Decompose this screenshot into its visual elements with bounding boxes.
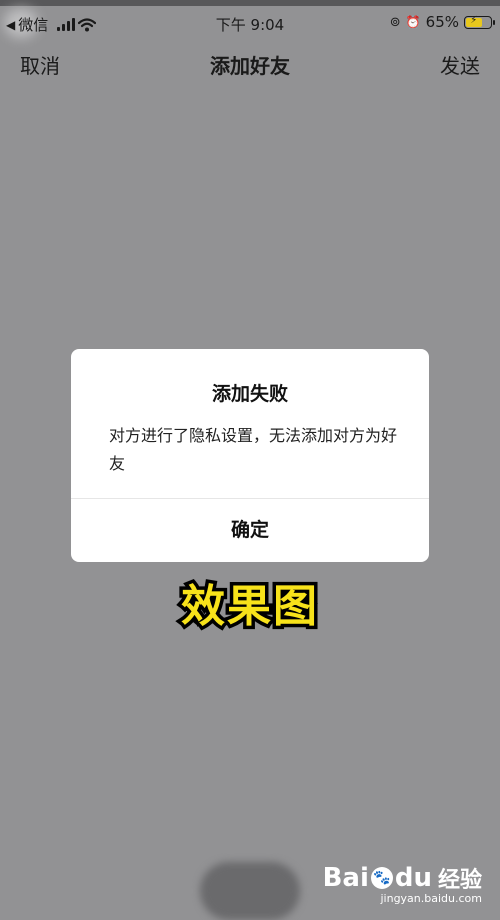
watermark-brand-tail: du <box>394 863 432 893</box>
orientation-lock-icon: ⊚ <box>389 14 401 30</box>
paw-icon: 🐾 <box>370 867 393 889</box>
navigation-bar: 取消 添加好友 发送 <box>0 44 500 84</box>
home-indicator-blob <box>200 862 300 920</box>
send-button[interactable]: 发送 <box>440 50 480 79</box>
charging-bolt-icon: ⚡ <box>470 14 478 26</box>
dialog-title: 添加失败 <box>211 383 288 405</box>
watermark-url: jingyan.baidu.com <box>380 892 482 905</box>
effect-caption: 效果图 <box>178 578 321 636</box>
dialog-message: 对方进行了隐私设置，无法添加对方为好友 <box>109 426 398 473</box>
battery-percent: 65% <box>425 13 459 31</box>
status-right: ⊚ ⏰ 65% ⚡ <box>389 13 495 31</box>
baidu-jingyan-watermark: Bai 🐾 du 经验 jingyan.baidu.com <box>323 862 482 905</box>
watermark-brand: Bai <box>322 863 369 893</box>
alarm-icon: ⏰ <box>405 15 421 29</box>
confirm-button[interactable]: 确定 <box>71 499 429 562</box>
alert-dialog: 添加失败 对方进行了隐私设置，无法添加对方为好友 确定 <box>71 349 429 562</box>
watermark-logo: Bai 🐾 du 经验 <box>323 862 482 894</box>
battery-icon: ⚡ <box>464 14 495 29</box>
page-title: 添加好友 <box>210 54 290 78</box>
watermark-suffix: 经验 <box>437 868 482 893</box>
status-bar: ◀ 微信 下午 9:04 ⊚ ⏰ 65% ⚡ <box>0 6 500 40</box>
battery-level-fill: ⚡ <box>466 14 482 27</box>
